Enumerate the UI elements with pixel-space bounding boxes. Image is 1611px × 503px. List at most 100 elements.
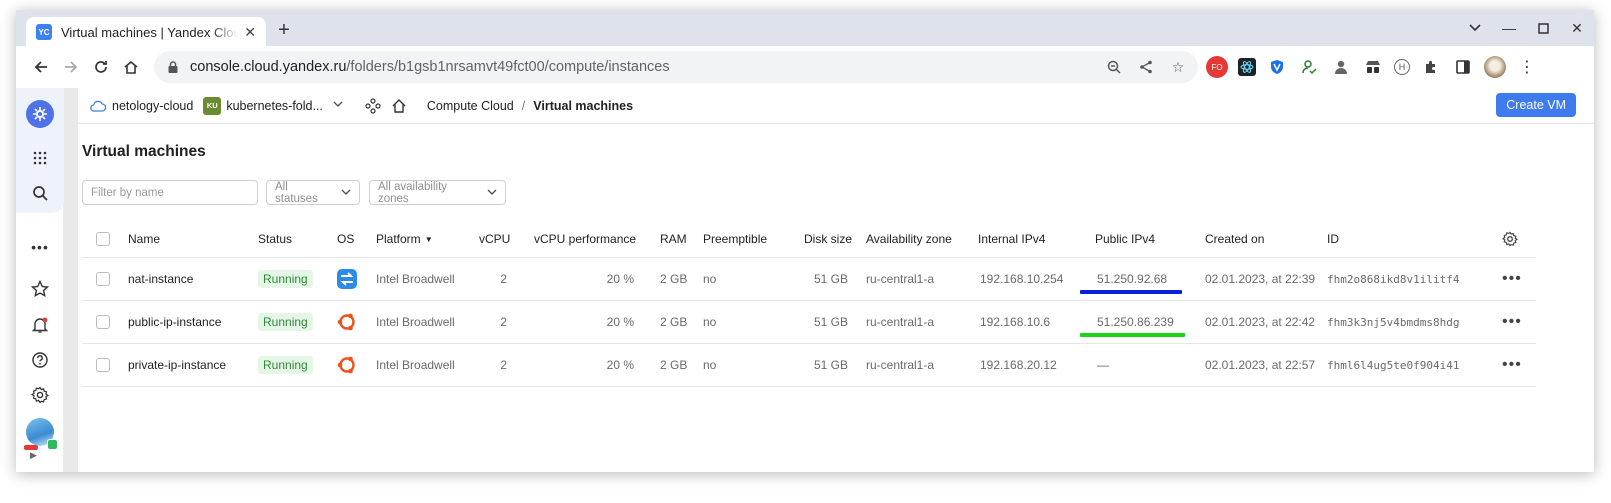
- zoom-out-icon[interactable]: [1104, 57, 1124, 77]
- back-icon[interactable]: [26, 52, 56, 82]
- user-check-extension-icon[interactable]: [1298, 56, 1320, 78]
- row-checkbox-cell: [96, 258, 110, 300]
- column-os[interactable]: OS: [337, 221, 354, 257]
- column-preemptible[interactable]: Preemptible: [703, 221, 767, 257]
- vue-shield-icon[interactable]: [1266, 56, 1288, 78]
- row-actions-icon[interactable]: •••: [1502, 258, 1522, 300]
- user-avatar[interactable]: [24, 418, 58, 450]
- column-id[interactable]: ID: [1327, 221, 1339, 257]
- status-cell: Running: [258, 344, 313, 386]
- favorites-star-icon[interactable]: [28, 277, 52, 301]
- column-platform[interactable]: Platform ▼: [376, 221, 433, 257]
- minimize-icon[interactable]: —: [1492, 10, 1526, 46]
- folder-home-icon[interactable]: [391, 98, 407, 114]
- notifications-bell-icon[interactable]: [28, 313, 52, 337]
- filter-by-name-input[interactable]: [82, 180, 258, 205]
- bookmark-star-icon[interactable]: ☆: [1168, 57, 1188, 77]
- column-created-on[interactable]: Created on: [1205, 221, 1264, 257]
- ram: 2 GB: [660, 315, 688, 329]
- settings-gear-icon[interactable]: [28, 383, 52, 407]
- table-row[interactable]: private-ip-instance Running Intel Broadw…: [82, 344, 1536, 387]
- column-ram[interactable]: RAM: [660, 221, 687, 257]
- column-name[interactable]: Name: [128, 221, 160, 257]
- new-tab-icon[interactable]: +: [274, 20, 294, 40]
- column-status[interactable]: Status: [258, 221, 292, 257]
- vm-id[interactable]: fhml6l4ug5te0f904i41: [1327, 344, 1459, 386]
- breadcrumb-compute-cloud[interactable]: Compute Cloud: [427, 99, 514, 113]
- row-actions-icon[interactable]: •••: [1502, 344, 1522, 386]
- table-settings[interactable]: [1502, 221, 1518, 257]
- breadcrumb-current: Virtual machines: [533, 98, 634, 113]
- vm-id[interactable]: fhm3k3nj5v4bmdms8hdg: [1327, 301, 1459, 343]
- sidebar-scrollbar[interactable]: [64, 88, 78, 472]
- react-devtools-icon[interactable]: [1238, 58, 1256, 76]
- help-icon[interactable]: [28, 348, 52, 372]
- close-window-icon[interactable]: ✕: [1560, 10, 1594, 46]
- table-row[interactable]: nat-instance Running Intel Broadwell 2 2…: [82, 258, 1536, 301]
- maximize-icon[interactable]: [1526, 10, 1560, 46]
- services-network-icon[interactable]: [365, 97, 381, 114]
- table-row[interactable]: public-ip-instance Running Intel Broadwe…: [82, 301, 1536, 344]
- search-icon[interactable]: [28, 181, 52, 205]
- fo-extension-icon[interactable]: FO: [1206, 56, 1228, 78]
- status-badge: Running: [258, 313, 313, 331]
- created-on: 02.01.2023, at 22:57: [1205, 358, 1316, 372]
- column-internal-ipv4[interactable]: Internal IPv4: [978, 221, 1045, 257]
- home-icon[interactable]: [116, 52, 146, 82]
- compute-service-icon[interactable]: [26, 100, 54, 128]
- share-icon[interactable]: [1136, 57, 1156, 77]
- more-icon[interactable]: •••: [28, 235, 52, 259]
- column-public-ipv4[interactable]: Public IPv4: [1095, 221, 1155, 257]
- vm-name[interactable]: public-ip-instance: [128, 301, 221, 343]
- forward-icon[interactable]: [56, 52, 86, 82]
- incognito-extension-icon[interactable]: [1362, 56, 1384, 78]
- availability-zone: ru-central1-a: [866, 315, 935, 329]
- browser-menu-icon[interactable]: ⋮: [1516, 56, 1538, 78]
- row-checkbox-cell: [96, 301, 110, 343]
- preemptible: no: [703, 315, 717, 329]
- breadcrumb-separator: /: [521, 98, 526, 113]
- select-all-checkbox[interactable]: [96, 232, 110, 246]
- reload-icon[interactable]: [86, 52, 116, 82]
- puzzle-extensions-icon[interactable]: [1420, 56, 1442, 78]
- table-settings-gear-icon: [1502, 231, 1518, 247]
- row-checkbox[interactable]: [96, 272, 110, 286]
- vm-name[interactable]: nat-instance: [128, 258, 193, 300]
- folder-chip: KU: [203, 96, 222, 115]
- all-services-grid-icon[interactable]: [28, 146, 52, 170]
- column-vcpu[interactable]: vCPU: [479, 221, 510, 257]
- public-ip-highlight-underline: [1080, 333, 1185, 337]
- browser-tab[interactable]: YC Virtual machines | Yandex Cloud ✕: [26, 17, 266, 47]
- vm-id[interactable]: fhm2o868ikd8v1ilitf4: [1327, 258, 1459, 300]
- vm-name[interactable]: private-ip-instance: [128, 344, 226, 386]
- vcpu-performance: 20 %: [606, 315, 634, 329]
- column-disk-size[interactable]: Disk size: [804, 221, 852, 257]
- h-extension-icon[interactable]: H: [1394, 59, 1410, 75]
- row-actions-icon[interactable]: •••: [1502, 301, 1522, 343]
- vcpu: 2: [500, 272, 507, 286]
- create-vm-button[interactable]: Create VM: [1496, 93, 1576, 117]
- profile-avatar-icon[interactable]: [1484, 56, 1506, 78]
- availability-zone: ru-central1-a: [866, 358, 935, 372]
- internal-ipv4: 192.168.20.12: [980, 358, 1057, 372]
- status-filter-select[interactable]: All statuses: [266, 180, 360, 205]
- column-availability-zone[interactable]: Availability zone: [866, 221, 952, 257]
- row-checkbox-cell: [96, 344, 110, 386]
- person-extension-icon[interactable]: [1330, 56, 1352, 78]
- internal-ipv4: 192.168.10.254: [980, 272, 1064, 286]
- folder-selector[interactable]: KU kubernetes-fold...: [193, 96, 343, 115]
- column-vcpu-performance[interactable]: vCPU performance: [534, 221, 636, 257]
- zone-filter-value: All availability zones: [378, 180, 448, 205]
- address-bar[interactable]: console.cloud.yandex.ru/folders/b1gsb1nr…: [154, 51, 1198, 83]
- ram: 2 GB: [660, 358, 688, 372]
- zone-filter-select[interactable]: All availability zones: [369, 180, 506, 205]
- cloud-icon: [90, 100, 106, 112]
- tab-search-icon[interactable]: [1458, 10, 1492, 46]
- side-panel-icon[interactable]: [1452, 56, 1474, 78]
- cloud-selector[interactable]: netology-cloud: [78, 99, 193, 113]
- expand-sidebar-icon[interactable]: ▶: [30, 450, 37, 461]
- row-checkbox[interactable]: [96, 358, 110, 372]
- app-sidebar: •••: [16, 88, 64, 472]
- row-checkbox[interactable]: [96, 315, 110, 329]
- close-tab-icon[interactable]: ✕: [244, 24, 256, 41]
